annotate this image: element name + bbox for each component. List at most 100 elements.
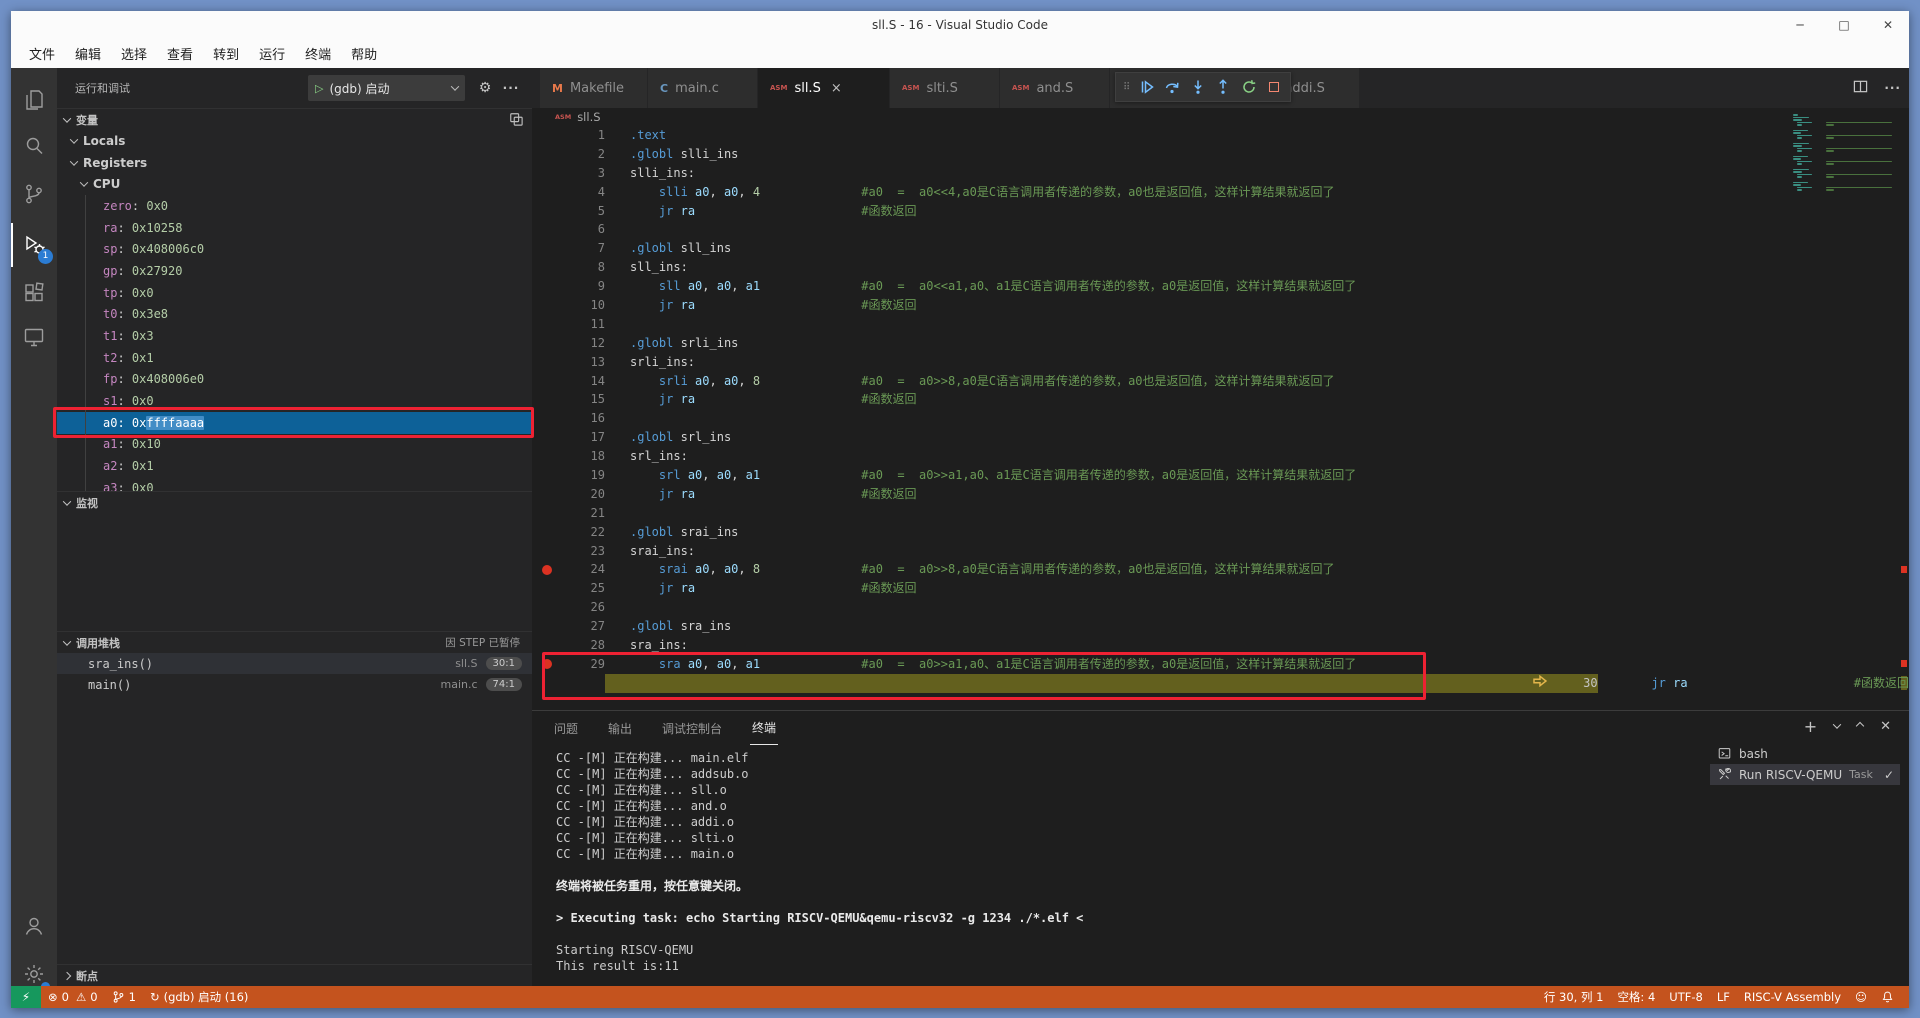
gutter[interactable] (532, 220, 562, 239)
gutter[interactable] (532, 504, 562, 523)
debug-config-dropdown[interactable]: ▷ (gdb) 启动 (308, 75, 465, 101)
register-row-gp[interactable]: gp: 0x27920 (57, 260, 532, 282)
tree-group-cpu[interactable]: CPU (57, 173, 532, 195)
indentation[interactable]: 空格: 4 (1610, 986, 1662, 1008)
gutter[interactable] (532, 258, 562, 277)
code-line-28[interactable]: 28sra_ins: (532, 636, 1909, 655)
code-line-5[interactable]: 5 jr ra #函数返回 (532, 202, 1909, 221)
tab-slti-s[interactable]: ASMslti.S (890, 68, 1000, 108)
stop-icon[interactable] (1265, 78, 1283, 96)
menu-terminal[interactable]: 终端 (295, 40, 341, 67)
code-line-21[interactable]: 21 (532, 504, 1909, 523)
line-number[interactable]: 28 (562, 636, 605, 655)
code-line-20[interactable]: 20 jr ra #函数返回 (532, 485, 1909, 504)
line-number[interactable]: 7 (562, 239, 605, 258)
code-line-2[interactable]: 2.globl slli_ins (532, 145, 1909, 164)
feedback-icon[interactable]: ☺ (1848, 986, 1874, 1008)
tree-group-registers[interactable]: Registers (57, 152, 532, 174)
line-number[interactable]: 5 (562, 202, 605, 221)
continue-icon[interactable] (1138, 78, 1156, 96)
menu-file[interactable]: 文件 (19, 40, 65, 67)
callstack-section-header[interactable]: 调用堆栈 因 STEP 已暂停 (57, 631, 532, 653)
code-line-15[interactable]: 15 jr ra #函数返回 (532, 390, 1909, 409)
register-row-a0[interactable]: a0: 0xffffaaaa (57, 412, 532, 434)
gutter[interactable] (532, 315, 562, 334)
activity-remote-explorer[interactable] (11, 315, 57, 359)
gutter[interactable] (532, 372, 562, 391)
code-line-7[interactable]: 7.globl sll_ins (532, 239, 1909, 258)
gutter[interactable] (1525, 674, 1555, 693)
more-actions-icon[interactable]: ··· (502, 79, 520, 97)
split-editor-icon[interactable] (1853, 79, 1868, 97)
code-line-16[interactable]: 16 (532, 409, 1909, 428)
gutter[interactable] (532, 542, 562, 561)
stack-frame[interactable]: sra_ins()sll.S30:1 (57, 653, 532, 674)
panel-tab-terminal[interactable]: 终端 (750, 711, 778, 745)
tab-makefile[interactable]: MMakefile (540, 68, 648, 108)
step-over-icon[interactable] (1163, 78, 1181, 96)
activity-explorer[interactable] (11, 78, 57, 122)
activity-account[interactable] (11, 904, 57, 948)
code-line-8[interactable]: 8sll_ins: (532, 258, 1909, 277)
menu-help[interactable]: 帮助 (341, 40, 387, 67)
code-line-9[interactable]: 9 sll a0, a0, a1 #a0 = a0<<a1,a0、a1是C语言调… (532, 277, 1909, 296)
line-number[interactable]: 23 (562, 542, 605, 561)
gutter[interactable] (532, 353, 562, 372)
code-line-17[interactable]: 17.globl srl_ins (532, 428, 1909, 447)
line-number[interactable]: 20 (562, 485, 605, 504)
gutter[interactable] (532, 485, 562, 504)
menu-goto[interactable]: 转到 (203, 40, 249, 67)
gutter[interactable] (532, 145, 562, 164)
menu-selection[interactable]: 选择 (111, 40, 157, 67)
minimize-icon[interactable]: ─ (1793, 18, 1807, 32)
code-line-24[interactable]: 24 srai a0, a0, 8 #a0 = a0>>8,a0是C语言调用者传… (532, 560, 1909, 579)
code-line-30[interactable]: 30 jr ra #函数返回 (532, 674, 1909, 693)
line-number[interactable]: 13 (562, 353, 605, 372)
code-line-13[interactable]: 13srli_ins: (532, 353, 1909, 372)
close-icon[interactable]: ✕ (1881, 18, 1895, 32)
notifications-bell-icon[interactable] (1874, 986, 1901, 1008)
code-line-19[interactable]: 19 srl a0, a0, a1 #a0 = a0>>a1,a0、a1是C语言… (532, 466, 1909, 485)
activity-source-control[interactable] (11, 172, 57, 216)
line-number[interactable]: 14 (562, 372, 605, 391)
branch-status[interactable]: 1 (105, 986, 143, 1008)
code-line-18[interactable]: 18srl_ins: (532, 447, 1909, 466)
line-number[interactable]: 10 (562, 296, 605, 315)
drag-grip-icon[interactable]: ⠿ (1123, 82, 1130, 93)
line-number[interactable]: 18 (562, 447, 605, 466)
gear-icon[interactable]: ⚙ (476, 79, 494, 97)
menu-edit[interactable]: 编辑 (65, 40, 111, 67)
line-number[interactable]: 3 (562, 164, 605, 183)
code-line-14[interactable]: 14 srli a0, a0, 8 #a0 = a0>>8,a0是C语言调用者传… (532, 372, 1909, 391)
menu-view[interactable]: 查看 (157, 40, 203, 67)
activity-search[interactable] (11, 124, 57, 168)
breakpoints-section-header[interactable]: 断点 (57, 964, 532, 986)
register-row-s1[interactable]: s1: 0x0 (57, 390, 532, 412)
tab-and-s[interactable]: ASMand.S (1000, 68, 1110, 108)
register-row-zero[interactable]: zero: 0x0 (57, 195, 532, 217)
register-row-tp[interactable]: tp: 0x0 (57, 282, 532, 304)
language-mode[interactable]: RISC-V Assembly (1737, 986, 1848, 1008)
activity-extensions[interactable] (11, 271, 57, 315)
watch-section-header[interactable]: 监视 (57, 491, 532, 513)
code-line-22[interactable]: 22.globl srai_ins (532, 523, 1909, 542)
stack-frame[interactable]: main()main.c74:1 (57, 674, 532, 695)
debug-session-status[interactable]: ↻ (gdb) 启动 (16) (143, 986, 255, 1008)
chevron-down-icon[interactable] (1833, 720, 1841, 728)
register-row-a2[interactable]: a2: 0x1 (57, 455, 532, 477)
code-line-4[interactable]: 4 slli a0, a0, 4 #a0 = a0<<4,a0是C语言调用者传递… (532, 183, 1909, 202)
tab-sll-s[interactable]: ASMsll.S× (758, 68, 890, 108)
gutter[interactable] (532, 598, 562, 617)
gutter[interactable] (532, 239, 562, 258)
gutter[interactable] (532, 183, 562, 202)
code-line-11[interactable]: 11 (532, 315, 1909, 334)
line-number[interactable]: 21 (562, 504, 605, 523)
line-number[interactable]: 4 (562, 183, 605, 202)
encoding[interactable]: UTF-8 (1662, 986, 1710, 1008)
code-line-25[interactable]: 25 jr ra #函数返回 (532, 579, 1909, 598)
variables-section-header[interactable]: 变量 (57, 108, 532, 130)
scrollbar[interactable] (1900, 108, 1909, 710)
code-area[interactable]: 1.text2.globl slli_ins3slli_ins:4 slli a… (532, 126, 1909, 710)
register-row-t2[interactable]: t2: 0x1 (57, 347, 532, 369)
gutter[interactable] (532, 617, 562, 636)
